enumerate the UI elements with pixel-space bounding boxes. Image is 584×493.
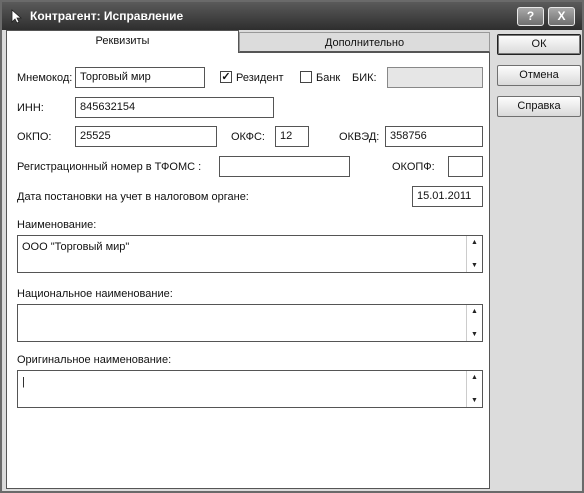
okfs-field[interactable]: 12 bbox=[275, 126, 309, 147]
bank-label: Банк bbox=[316, 72, 341, 84]
tab-panel: Мнемокод: Торговый мир ✓ Резидент Банк Б… bbox=[6, 52, 490, 489]
inn-label: ИНН: bbox=[17, 102, 44, 114]
tax-date-field[interactable]: 15.01.2011 bbox=[412, 186, 483, 207]
national-name-memo[interactable]: ▲ ▼ bbox=[17, 304, 483, 342]
tab-rekvizity[interactable]: Реквизиты bbox=[6, 30, 239, 53]
help-title-button[interactable]: ? bbox=[517, 7, 544, 26]
dialog-window: Контрагент: Исправление ? X Реквизиты До… bbox=[0, 0, 584, 493]
cancel-button[interactable]: Отмена bbox=[497, 65, 581, 86]
cursor-arrow-icon bbox=[11, 9, 23, 24]
name-label: Наименование: bbox=[17, 219, 97, 231]
national-name-scrollbar[interactable]: ▲ ▼ bbox=[466, 305, 482, 341]
help-button[interactable]: Справка bbox=[497, 96, 581, 117]
reg-tfoms-label: Регистрационный номер в ТФОМС : bbox=[17, 161, 202, 173]
mnemokod-label: Мнемокод: bbox=[17, 72, 73, 84]
scroll-down-arrow-icon[interactable]: ▼ bbox=[471, 262, 478, 269]
title-bar[interactable]: Контрагент: Исправление ? X bbox=[2, 2, 582, 30]
okopf-label: ОКОПФ: bbox=[392, 161, 435, 173]
okved-label: ОКВЭД: bbox=[339, 131, 380, 143]
national-name-label: Национальное наименование: bbox=[17, 288, 173, 300]
okopf-field[interactable] bbox=[448, 156, 483, 177]
original-name-value: | bbox=[22, 376, 25, 388]
bank-checkbox[interactable] bbox=[300, 71, 312, 83]
scroll-up-arrow-icon[interactable]: ▲ bbox=[471, 239, 478, 246]
close-button[interactable]: X bbox=[548, 7, 575, 26]
bik-field[interactable] bbox=[387, 67, 483, 88]
resident-label: Резидент bbox=[236, 72, 284, 84]
tax-date-label: Дата постановки на учет в налоговом орга… bbox=[17, 191, 249, 203]
okpo-label: ОКПО: bbox=[17, 131, 52, 143]
bik-label: БИК: bbox=[352, 72, 377, 84]
name-scrollbar[interactable]: ▲ ▼ bbox=[466, 236, 482, 272]
inn-field[interactable]: 845632154 bbox=[75, 97, 274, 118]
resident-checkbox[interactable]: ✓ bbox=[220, 71, 232, 83]
scroll-down-arrow-icon[interactable]: ▼ bbox=[471, 397, 478, 404]
reg-tfoms-field[interactable] bbox=[219, 156, 350, 177]
scroll-up-arrow-icon[interactable]: ▲ bbox=[471, 374, 478, 381]
original-name-scrollbar[interactable]: ▲ ▼ bbox=[466, 371, 482, 407]
mnemokod-field[interactable]: Торговый мир bbox=[75, 67, 205, 88]
okpo-field[interactable]: 25525 bbox=[75, 126, 217, 147]
name-value: ООО "Торговый мир" bbox=[22, 241, 130, 253]
tab-dopolnitelno[interactable]: Дополнительно bbox=[239, 32, 490, 52]
dialog-client: Реквизиты Дополнительно Мнемокод: Торгов… bbox=[3, 30, 581, 491]
original-name-memo[interactable]: | ▲ ▼ bbox=[17, 370, 483, 408]
window-title: Контрагент: Исправление bbox=[30, 9, 184, 23]
ok-button[interactable]: ОК bbox=[497, 34, 581, 55]
original-name-label: Оригинальное наименование: bbox=[17, 354, 172, 366]
scroll-up-arrow-icon[interactable]: ▲ bbox=[471, 308, 478, 315]
okfs-label: ОКФС: bbox=[231, 131, 265, 143]
scroll-down-arrow-icon[interactable]: ▼ bbox=[471, 331, 478, 338]
okved-field[interactable]: 358756 bbox=[385, 126, 483, 147]
name-memo[interactable]: ООО "Торговый мир" ▲ ▼ bbox=[17, 235, 483, 273]
